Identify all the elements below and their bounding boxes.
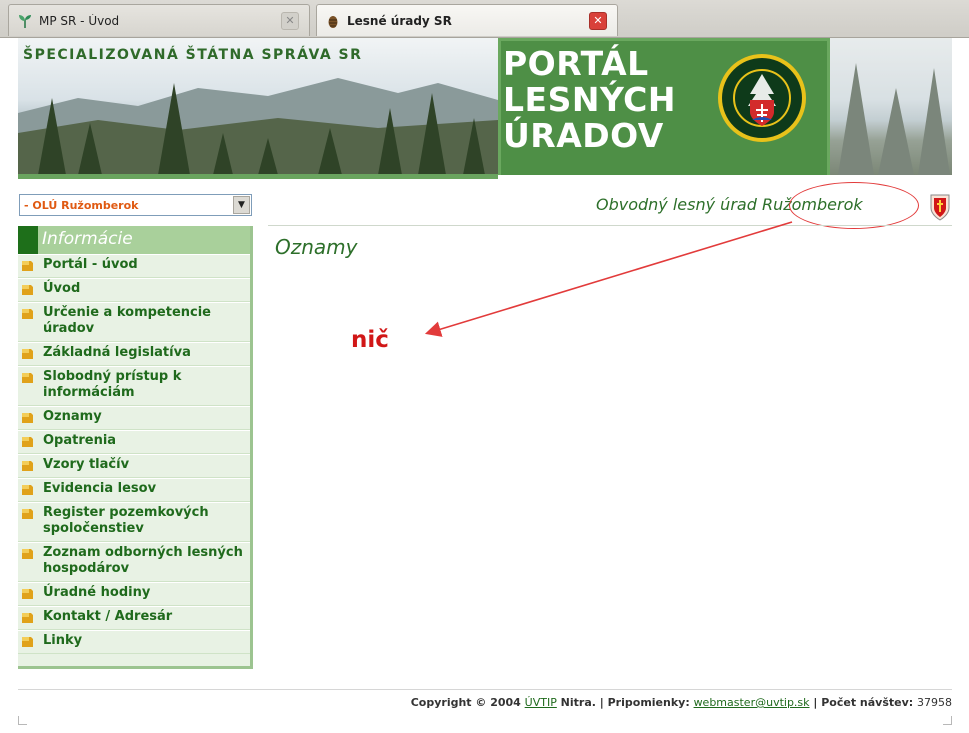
corner-mark (18, 716, 27, 725)
footer: Copyright © 2004 ÚVTIP Nitra. | Pripomie… (411, 696, 952, 709)
leaf-bullet-icon (22, 437, 33, 447)
sidebar-item-label: Portál - úvod (43, 257, 138, 272)
tab-label: Lesné úrady SR (347, 13, 452, 28)
leaf-bullet-icon (22, 285, 33, 295)
page-title: Oznamy (275, 235, 358, 259)
visit-counter: 37958 (917, 696, 952, 709)
header-banner: ŠPECIALIZOVANÁ ŠTÁTNA SPRÁVA SR PORTÁL L… (18, 38, 952, 175)
sidebar-item[interactable]: Oznamy (18, 406, 250, 430)
feedback-label: Pripomienky: (607, 696, 694, 709)
banner-divider (18, 174, 498, 179)
sidebar-item[interactable]: Určenie a kompetencie úradov (18, 302, 250, 342)
sidebar-heading-text: Informácie (42, 229, 133, 249)
sidebar-item-label: Základná legislatíva (43, 345, 191, 360)
close-tab-icon[interactable]: ✕ (281, 11, 299, 30)
annotation-text: nič (351, 327, 389, 353)
browser-tab-bar: MP SR - Úvod ✕ Lesné úrady SR ✕ (0, 0, 969, 38)
leaf-bullet-icon (22, 485, 33, 495)
close-tab-icon[interactable]: ✕ (589, 11, 607, 30)
sidebar-item-label: Úradné hodiny (43, 585, 151, 600)
sidebar-menu: Informácie Portál - úvod Úvod Určenie a ko… (18, 226, 253, 669)
sidebar-item[interactable]: Vzory tlačív (18, 454, 250, 478)
sidebar-item-label: Slobodný prístup k informáciám (43, 369, 182, 400)
sidebar-item[interactable]: Register pozemkových spoločenstiev (18, 502, 250, 542)
copyright-text: Copyright © 2004 (410, 696, 525, 709)
sidebar-item[interactable]: Portál - úvod (18, 254, 250, 278)
leaf-bullet-icon (22, 373, 33, 383)
leaf-bullet-icon (22, 613, 33, 623)
office-prefix: Obvodný lesný úrad (596, 195, 762, 214)
visits-label: Počet návštev: (821, 696, 917, 709)
footer-divider (18, 689, 952, 690)
leaf-bullet-icon (22, 349, 33, 359)
corner-mark (943, 716, 952, 725)
footer-separator: | (809, 696, 822, 709)
sidebar-item[interactable]: Zoznam odborných lesných hospodárov (18, 542, 250, 582)
footer-separator: | (595, 696, 608, 709)
sidebar-item[interactable]: Linky (18, 630, 250, 654)
sidebar-item[interactable]: Evidencia lesov (18, 478, 250, 502)
sidebar-heading: Informácie (18, 226, 250, 254)
leaf-bullet-icon (22, 461, 33, 471)
office-select-value: - OLÚ Ružomberok (24, 198, 139, 212)
leaf-bullet-icon (22, 637, 33, 647)
browser-tab-mpsr[interactable]: MP SR - Úvod ✕ (8, 4, 310, 36)
sidebar-list: Portál - úvod Úvod Určenie a kompetencie ú… (18, 254, 250, 654)
sidebar-item-label: Kontakt / Adresár (43, 609, 173, 624)
sidebar-item[interactable]: Kontakt / Adresár (18, 606, 250, 630)
leaf-bullet-icon (22, 413, 33, 423)
leaf-bullet-icon (22, 509, 33, 519)
leaf-bullet-icon (22, 589, 33, 599)
portal-title: PORTÁL LESNÝCH ÚRADOV (503, 44, 677, 155)
email-link[interactable]: webmaster@uvtip.sk (694, 696, 810, 709)
sidebar-item[interactable]: Úradné hodiny (18, 582, 250, 606)
sidebar-item-label: Linky (43, 633, 83, 648)
company-suffix: Nitra. (556, 696, 596, 709)
coat-of-arms-icon (930, 194, 950, 221)
banner-subtitle: ŠPECIALIZOVANÁ ŠTÁTNA SPRÁVA SR (23, 47, 363, 63)
sidebar-item[interactable]: Slobodný prístup k informáciám (18, 366, 250, 406)
sidebar-item[interactable]: Základná legislatíva (18, 342, 250, 366)
forestry-emblem-icon (718, 54, 806, 142)
sidebar-heading-marker (18, 226, 38, 254)
chevron-down-icon[interactable]: ▼ (233, 196, 250, 214)
sidebar-item-label: Zoznam odborných lesných hospodárov (43, 545, 243, 576)
leaf-bullet-icon (22, 549, 33, 559)
office-select[interactable]: - OLÚ Ružomberok ▼ (19, 194, 252, 216)
browser-tab-lesne-urady[interactable]: Lesné úrady SR ✕ (316, 4, 618, 36)
leaf-bullet-icon (22, 309, 33, 319)
tab-label: MP SR - Úvod (39, 13, 120, 28)
plant-icon (17, 13, 33, 29)
sidebar-item-label: Opatrenia (43, 433, 117, 448)
company-link[interactable]: ÚVTIP (525, 696, 557, 709)
header-divider (268, 225, 952, 226)
sidebar-item-label: Oznamy (43, 409, 102, 424)
leaf-bullet-icon (22, 261, 33, 271)
pinecone-icon (325, 13, 341, 29)
sidebar-item[interactable]: Opatrenia (18, 430, 250, 454)
sidebar-item[interactable]: Úvod (18, 278, 250, 302)
annotation-ellipse (789, 182, 919, 229)
sidebar-item-label: Register pozemkových spoločenstiev (43, 505, 209, 536)
sidebar-item-label: Evidencia lesov (43, 481, 157, 496)
portal-title-box: PORTÁL LESNÝCH ÚRADOV (498, 38, 830, 175)
sidebar-item-label: Vzory tlačív (43, 457, 130, 472)
sidebar-item-label: Určenie a kompetencie úradov (43, 305, 212, 336)
sidebar-item-label: Úvod (43, 281, 81, 296)
